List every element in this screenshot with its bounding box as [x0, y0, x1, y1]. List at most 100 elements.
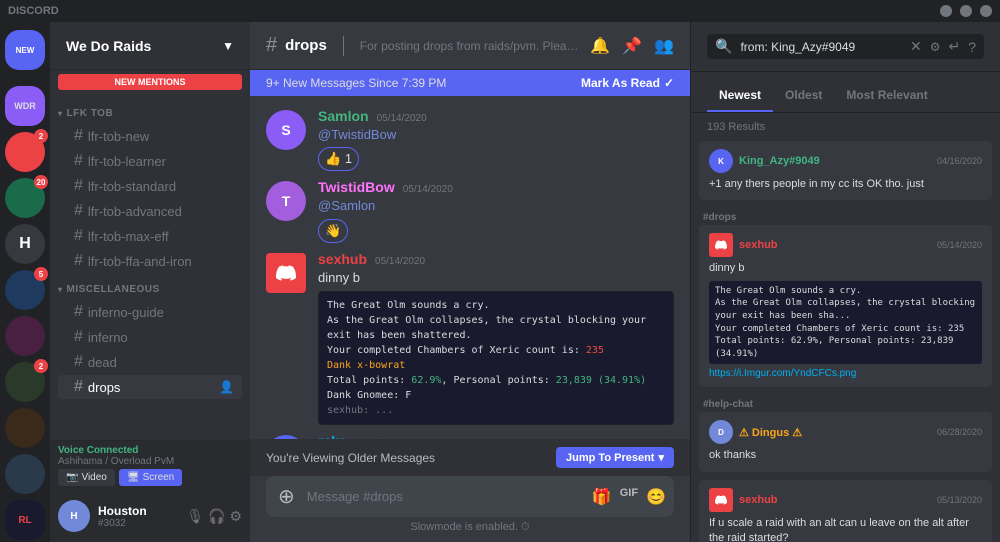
search-result-item[interactable]: sexhub 05/13/2020 If u scale a raid with… [699, 480, 992, 542]
message-timestamp: 05/14/2020 [355, 438, 405, 439]
notification-bell-icon[interactable]: 🔔 [590, 36, 610, 56]
gif-icon[interactable]: GIF [620, 487, 638, 507]
server-icon-3[interactable]: 20 [5, 178, 45, 218]
clear-search-icon[interactable]: ✕ [910, 38, 922, 55]
channel-lfr-tob-learner[interactable]: # lfr-tob-learner [58, 149, 242, 173]
server-icon-rl[interactable]: RL [5, 500, 45, 540]
avatar: H [58, 500, 90, 532]
add-member-icon[interactable]: 👤 [219, 380, 234, 394]
chat-area: # drops For posting drops from raids/pvm… [250, 22, 690, 542]
channel-lfr-tob-ffa-and-iron[interactable]: # lfr-tob-ffa-and-iron [58, 249, 242, 273]
emoji-icon[interactable]: 😊 [646, 487, 666, 507]
hash-icon: # [74, 252, 83, 270]
server-icon-8[interactable] [5, 408, 45, 448]
search-result-item[interactable]: sexhub 05/14/2020 dinny b The Great Olm … [699, 225, 992, 387]
channel-lfr-tob-new[interactable]: # lfr-tob-new [58, 124, 242, 148]
message-reaction[interactable]: 👋 [318, 219, 348, 243]
embed-line: As the Great Olm collapses, the crystal … [715, 297, 976, 322]
search-result-username: King_Azy#9049 [739, 155, 820, 167]
close-button[interactable]: ✕ [980, 5, 992, 17]
search-input[interactable] [740, 40, 902, 54]
server-icon-h[interactable]: H [5, 224, 45, 264]
jump-to-present-button[interactable]: Jump To Present ▾ [556, 447, 674, 468]
server-badge-2: 2 [34, 129, 48, 143]
channel-name: lfr-tob-max-eff [88, 229, 169, 244]
reaction-emoji: 👋 [325, 223, 341, 238]
search-tab-oldest[interactable]: Oldest [773, 80, 834, 112]
settings-icon[interactable]: ⚙ [229, 508, 242, 525]
channel-lfr-tob-advanced[interactable]: # lfr-tob-advanced [58, 199, 242, 223]
voice-connected-status: Voice Connected [58, 445, 242, 456]
help-icon[interactable]: ? [968, 39, 976, 55]
channel-hash-icon: # [266, 34, 277, 57]
message-reaction[interactable]: 👍 1 [318, 147, 359, 171]
search-result-username: sexhub [739, 494, 778, 506]
server-icon-2[interactable]: 2 [5, 132, 45, 172]
headphone-icon[interactable]: 🎧 [208, 508, 225, 525]
minimize-button[interactable]: ─ [940, 5, 952, 17]
gift-icon[interactable]: 🎁 [592, 487, 612, 507]
microphone-icon[interactable]: 🎙 [186, 508, 204, 525]
title-bar-controls[interactable]: ─ □ ✕ [940, 5, 992, 17]
channel-lfr-tob-max-eff[interactable]: # lfr-tob-max-eff [58, 224, 242, 248]
channel-drops[interactable]: # drops 👤 [58, 375, 242, 399]
search-submit-icon[interactable]: ↵ [948, 38, 960, 55]
discriminator: #3032 [98, 518, 178, 529]
screen-button[interactable]: 🖥 Screen [119, 469, 182, 486]
search-channel-label: #drops [699, 208, 992, 225]
new-mentions-button[interactable]: NEW MENTIONS [58, 74, 242, 90]
message-input[interactable] [307, 479, 584, 514]
pin-icon[interactable]: 📌 [622, 36, 642, 56]
avatar: D [709, 420, 733, 444]
search-tab-most-relevant[interactable]: Most Relevant [834, 80, 939, 112]
add-attachment-icon[interactable]: ⊕ [274, 476, 299, 517]
channel-inferno[interactable]: # inferno [58, 325, 242, 349]
voice-channel-name: Ashihama / Overload PvM [58, 456, 242, 467]
message-content: sexhub 05/14/2020 dinny b The Great Olm … [318, 251, 674, 425]
search-tabs: Newest Oldest Most Relevant [691, 72, 1000, 113]
channel-name: lfr-tob-standard [88, 179, 176, 194]
video-button[interactable]: 📷 Video [58, 469, 115, 486]
server-icon-we-do-raids[interactable]: WDR [5, 86, 45, 126]
category-miscellaneous[interactable]: ▾ MISCELLANEOUS [50, 274, 250, 299]
chevron-down-icon: ▾ [658, 451, 664, 464]
reaction-count: 1 [345, 151, 352, 166]
server-icon-new[interactable]: NEW [5, 30, 45, 70]
server-icon-7[interactable]: 2 [5, 362, 45, 402]
mark-as-read-button[interactable]: Mark As Read ✓ [581, 76, 674, 90]
maximize-button[interactable]: □ [960, 5, 972, 17]
server-icon-5[interactable]: 5 [5, 270, 45, 310]
channel-dead[interactable]: # dead [58, 350, 242, 374]
hash-icon: # [74, 303, 83, 321]
server-icon-6[interactable] [5, 316, 45, 356]
message-content: Samlon 05/14/2020 @TwistidBow 👍 1 [318, 108, 674, 171]
embed-line: Total points: 62.9%, Personal points: 23… [327, 373, 665, 388]
voice-panel: Voice Connected Ashihama / Overload PvM … [50, 440, 250, 490]
search-result-item[interactable]: D ⚠ Dingus ⚠ 06/28/2020 ok thanks [699, 412, 992, 471]
channel-lfr-tob-standard[interactable]: # lfr-tob-standard [58, 174, 242, 198]
hash-icon: # [74, 227, 83, 245]
hash-icon: # [74, 127, 83, 145]
messages-container: S Samlon 05/14/2020 @TwistidBow 👍 1 [250, 96, 690, 439]
server-icon-9[interactable] [5, 454, 45, 494]
embed-green2: 23,839 (34.91%) [556, 375, 646, 386]
members-icon[interactable]: 👥 [654, 36, 674, 56]
embed-line: The Great Olm sounds a cry. [327, 298, 665, 313]
server-header[interactable]: We Do Raids ▼ [50, 22, 250, 70]
embed-link[interactable]: https://i.Imgur.com/YndCFCs.png [709, 368, 982, 379]
mention: @Samlon [318, 198, 375, 213]
search-tab-newest[interactable]: Newest [707, 80, 773, 112]
channel-name: lfr-tob-ffa-and-iron [88, 254, 192, 269]
channel-inferno-guide[interactable]: # inferno-guide [58, 300, 242, 324]
hash-icon: # [74, 152, 83, 170]
category-lfk-tob[interactable]: ▾ LFK TOB [50, 98, 250, 123]
message-text: @Samlon [318, 197, 674, 215]
search-options-icon[interactable]: ⚙ [930, 40, 941, 54]
server-badge-7: 2 [34, 359, 48, 373]
embed-line: Dank Gnomee: F [327, 388, 665, 403]
category-arrow: ▾ [58, 285, 63, 294]
embed-line: As the Great Olm collapses, the crystal … [327, 313, 665, 343]
app-title: DISCORD [8, 5, 59, 17]
embed-yellow: Dank x-bowrat [327, 360, 405, 371]
search-result-item[interactable]: K King_Azy#9049 04/16/2020 +1 any thers … [699, 141, 992, 200]
